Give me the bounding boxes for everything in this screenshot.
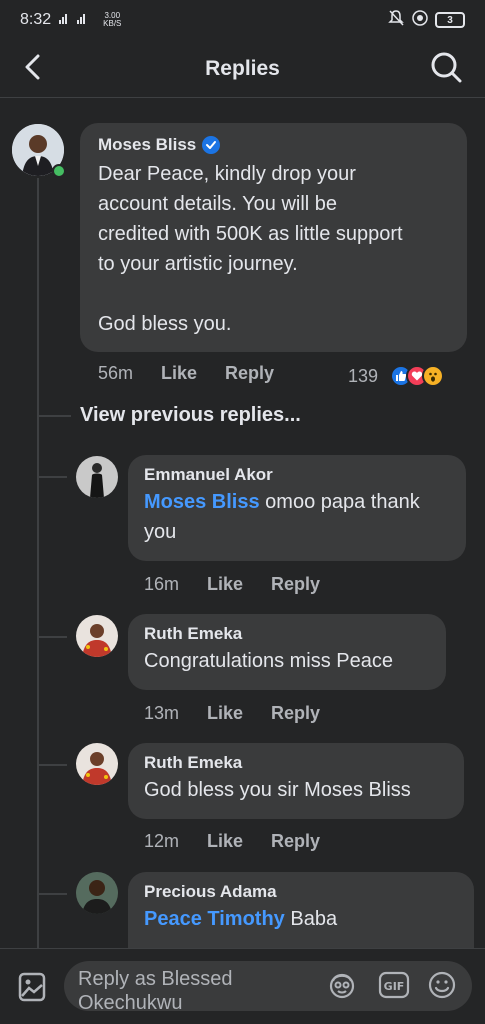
search-icon	[430, 51, 462, 88]
reply-actions: 16m Like Reply	[144, 574, 320, 595]
wow-reaction-icon	[422, 365, 445, 387]
like-button[interactable]: Like	[207, 831, 243, 852]
reply-bubble[interactable]: Ruth Emeka God bless you sir Moses Bliss	[128, 743, 464, 819]
battery-icon: 3	[435, 12, 465, 28]
avatar-sticker-button[interactable]	[326, 971, 358, 1003]
mention-tag[interactable]: Moses Bliss	[144, 491, 260, 513]
header-bar: Replies	[0, 40, 485, 98]
page-title: Replies	[205, 56, 280, 80]
online-status-dot	[52, 164, 66, 178]
reply-button[interactable]: Reply	[271, 703, 320, 724]
like-button[interactable]: Like	[207, 574, 243, 595]
back-arrow-icon	[22, 54, 44, 85]
comment-author[interactable]: Moses Bliss	[98, 135, 449, 155]
reply-bubble[interactable]: Emmanuel Akor Moses Bliss omoo papa than…	[128, 455, 466, 561]
data-saver-icon	[411, 9, 429, 32]
reply-button[interactable]: Reply	[225, 363, 274, 384]
emoji-button[interactable]	[426, 971, 458, 1003]
reply-text: Moses Bliss omoo papa thank you	[144, 491, 420, 543]
gif-button[interactable]: GIF	[378, 971, 410, 1003]
like-button[interactable]: Like	[207, 703, 243, 724]
like-button[interactable]: Like	[161, 363, 197, 384]
thread-branch	[37, 415, 71, 417]
status-bar: 8:32 3.00 KB/S 3	[0, 0, 485, 40]
comment-actions: 56m Like Reply	[98, 363, 274, 384]
reply-button[interactable]: Reply	[271, 831, 320, 852]
reply-input[interactable]: Reply as Blessed Okechukwu GIF	[64, 961, 472, 1011]
reply-bubble[interactable]: Ruth Emeka Congratulations miss Peace	[128, 614, 446, 690]
reply-author[interactable]: Ruth Emeka	[144, 753, 448, 773]
thread-branch	[37, 764, 67, 766]
status-time: 8:32	[20, 11, 52, 28]
thread-branch	[37, 476, 67, 478]
reply-actions: 13m Like Reply	[144, 703, 320, 724]
comment-text: Dear Peace, kindly drop your account det…	[98, 163, 403, 335]
thread-branch	[37, 893, 67, 895]
reply-author[interactable]: Emmanuel Akor	[144, 465, 450, 485]
mention-tag[interactable]: Peace Timothy	[144, 908, 285, 930]
avatar-precious-adama[interactable]	[76, 872, 118, 914]
reply-composer: Reply as Blessed Okechukwu GIF	[0, 948, 485, 1024]
back-button[interactable]	[16, 52, 50, 86]
reaction-count: 139	[348, 365, 379, 386]
mute-icon	[387, 9, 405, 32]
avatar-ruth-emeka[interactable]	[76, 743, 118, 785]
photo-button[interactable]	[16, 971, 48, 1003]
reaction-summary[interactable]: 139	[348, 365, 445, 387]
thread-line	[37, 178, 39, 948]
svg-text:GIF: GIF	[384, 980, 405, 993]
thread-branch	[37, 636, 67, 638]
reply-time: 13m	[144, 703, 180, 723]
photo-icon	[16, 972, 48, 1007]
avatar-emmanuel-akor[interactable]	[76, 456, 118, 498]
signal-icon	[57, 11, 97, 30]
reply-author[interactable]: Ruth Emeka	[144, 624, 430, 644]
reply-text: God bless you sir Moses Bliss	[144, 779, 411, 801]
comment-time: 56m	[98, 363, 134, 383]
emoji-icon	[427, 970, 457, 1005]
reply-time: 16m	[144, 574, 180, 594]
avatar-ruth-emeka[interactable]	[76, 615, 118, 657]
reply-text: Congratulations miss Peace	[144, 650, 394, 672]
net-speed: 3.00 KB/S	[103, 11, 122, 28]
verified-icon	[202, 136, 221, 154]
reply-actions: 12m Like Reply	[144, 831, 320, 852]
gif-icon: GIF	[378, 971, 410, 1004]
reply-text: Peace Timothy Baba	[144, 908, 338, 930]
reply-time: 12m	[144, 831, 180, 851]
search-button[interactable]	[427, 50, 465, 88]
reply-input-placeholder: Reply as Blessed Okechukwu	[78, 968, 233, 1011]
reply-author[interactable]: Precious Adama	[144, 882, 458, 902]
view-previous-replies-link[interactable]: View previous replies...	[80, 404, 301, 427]
reply-button[interactable]: Reply	[271, 574, 320, 595]
comment-bubble[interactable]: Moses Bliss Dear Peace, kindly drop your…	[80, 123, 467, 352]
avatar-sticker-icon	[326, 969, 358, 1006]
